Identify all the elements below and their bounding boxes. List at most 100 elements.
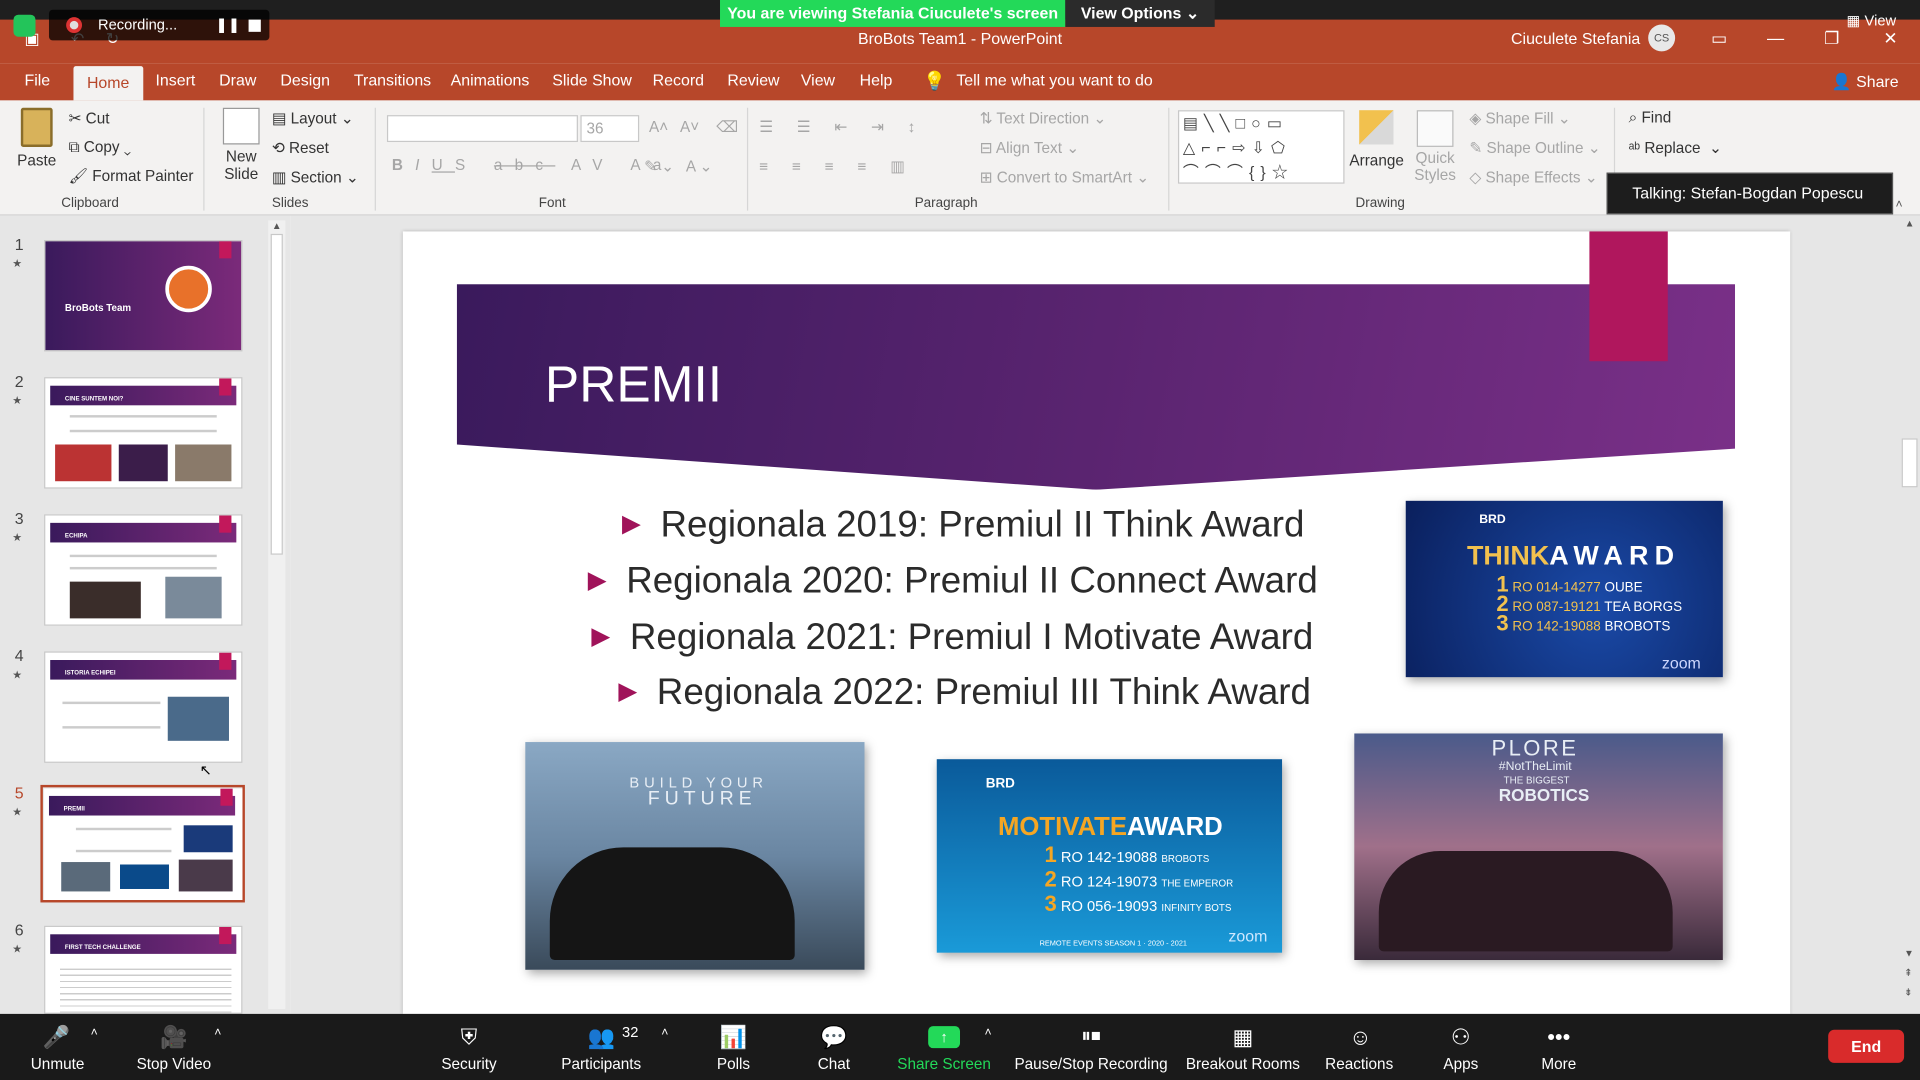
apps-icon[interactable]: ⚇ xyxy=(1440,1024,1482,1051)
audio-options-icon[interactable]: ˄ xyxy=(91,1026,98,1039)
bullet-item[interactable]: ▶ Regionala 2022: Premiul III Think Award xyxy=(618,672,1311,714)
muted-microphone-icon[interactable]: 🎤 xyxy=(34,1024,78,1051)
motivate-award-image[interactable]: BRD MOTIVATEAWARD 1 RO 142-19088 BROBOTS… xyxy=(936,759,1283,953)
close-icon[interactable]: ✕ xyxy=(1866,24,1915,51)
convert-smartart-button[interactable]: ⊞ Convert to SmartArt ⌄ xyxy=(980,168,1149,186)
shape-fill-button[interactable]: ◈ Shape Fill ⌄ xyxy=(1469,109,1570,127)
tab-help[interactable]: Help xyxy=(846,64,906,101)
breakout-rooms-icon[interactable]: ▦ xyxy=(1222,1024,1264,1051)
tab-file[interactable]: File xyxy=(11,64,64,101)
tab-review[interactable]: Review xyxy=(714,64,793,101)
shield-icon[interactable]: ⛨ xyxy=(447,1024,491,1051)
list-buttons[interactable]: ☰ ☰ ⇤ ⇥ ↕ xyxy=(759,118,925,136)
unmute-button[interactable]: Unmute xyxy=(22,1056,93,1073)
shape-outline-button[interactable]: ✎ Shape Outline ⌄ xyxy=(1469,138,1600,157)
tab-design[interactable]: Design xyxy=(267,64,343,101)
emoji-plus-icon[interactable]: ☺ xyxy=(1340,1024,1382,1051)
share-screen-icon[interactable]: ↑ xyxy=(928,1026,961,1049)
align-buttons[interactable]: ≡ ≡ ≡ ≡ ▥ xyxy=(759,157,914,175)
share-screen-button[interactable]: Share Screen xyxy=(894,1056,994,1073)
slide-thumbnail-6[interactable]: FIRST TECH CHALLENGE xyxy=(44,925,243,1014)
restore-icon[interactable]: ❐ xyxy=(1807,24,1856,51)
font-size-input[interactable]: 36 xyxy=(580,115,640,143)
paste-button[interactable]: Paste xyxy=(12,107,61,169)
tab-record[interactable]: Record xyxy=(639,64,717,101)
thumbnail-scrollbar[interactable]: ▲ xyxy=(268,220,286,1009)
pause-stop-icon[interactable]: ⏸⏹ xyxy=(1060,1024,1121,1051)
avatar[interactable]: CS xyxy=(1648,24,1676,52)
team-photo-3[interactable]: PLORE #NotTheLimit THE BIGGEST ROBOTICS xyxy=(1354,733,1723,961)
participants-options-icon[interactable]: ˄ xyxy=(661,1026,668,1039)
more-button[interactable]: More xyxy=(1533,1056,1584,1073)
apps-button[interactable]: Apps xyxy=(1435,1056,1486,1073)
reset-button[interactable]: ⟲ Reset xyxy=(272,138,329,157)
arrange-button[interactable]: Arrange xyxy=(1349,110,1404,169)
shield-icon[interactable] xyxy=(13,14,36,37)
security-button[interactable]: Security xyxy=(431,1056,507,1073)
font-size-controls[interactable]: A˄ A˅ ⌫ xyxy=(649,118,738,136)
chat-button[interactable]: Chat xyxy=(808,1056,859,1073)
tell-me-search[interactable]: Tell me what you want to do xyxy=(956,71,1152,89)
layout-button[interactable]: ▤ Layout ⌄ xyxy=(272,109,354,127)
bar-chart-icon[interactable]: 📊 xyxy=(713,1024,755,1051)
slide-thumbnail-3[interactable]: ECHIPA xyxy=(44,514,243,626)
slide-thumbnail-4[interactable]: ISTORIA ECHIPEI xyxy=(44,651,243,763)
scroll-thumb[interactable] xyxy=(270,233,283,555)
copy-button[interactable]: ⧉ Copy ⌄ xyxy=(69,138,131,156)
team-photo-1[interactable]: BUILD YOUR FUTURE xyxy=(525,742,865,970)
bullet-item[interactable]: ▶ Regionala 2019: Premiul II Think Award xyxy=(622,504,1304,546)
tab-animations[interactable]: Animations xyxy=(437,64,543,101)
stop-video-button[interactable]: Stop Video xyxy=(130,1056,218,1073)
section-button[interactable]: ▥ Section ⌄ xyxy=(272,168,359,186)
tab-slide-show[interactable]: Slide Show xyxy=(539,64,646,101)
previous-slide-icon[interactable]: ⇞ xyxy=(1904,967,1912,978)
scroll-down-icon[interactable]: ▼ xyxy=(1904,948,1914,959)
share-options-icon[interactable]: ˄ xyxy=(984,1026,991,1039)
new-slide-button[interactable]: New Slide xyxy=(216,107,267,182)
slide-scrollbar[interactable]: ▲ ▼ ⇞ ⇟ xyxy=(1899,215,1920,1014)
chat-bubble-icon[interactable]: 💬 xyxy=(813,1024,855,1051)
participants-icon[interactable]: 👥 xyxy=(583,1024,620,1051)
collapse-ribbon-icon[interactable]: ˄ xyxy=(1896,198,1903,211)
pause-recording-icon[interactable]: ❚❚ xyxy=(216,16,241,33)
text-direction-button[interactable]: ⇅ Text Direction ⌄ xyxy=(980,109,1107,127)
tab-draw[interactable]: Draw xyxy=(206,64,270,101)
tab-transitions[interactable]: Transitions xyxy=(340,64,444,101)
breakout-rooms-button[interactable]: Breakout Rooms xyxy=(1183,1056,1303,1073)
participants-button[interactable]: Participants xyxy=(553,1056,649,1073)
end-meeting-button[interactable]: End xyxy=(1828,1029,1905,1063)
scroll-up-icon[interactable]: ▲ xyxy=(268,220,285,231)
scroll-up-icon[interactable]: ▲ xyxy=(1899,218,1920,229)
minimize-icon[interactable]: — xyxy=(1751,24,1800,51)
bullet-item[interactable]: ▶ Regionala 2021: Premiul I Motivate Awar… xyxy=(591,617,1313,659)
bullet-item[interactable]: ▶ Regionala 2020: Premiul II Connect Awar… xyxy=(588,561,1318,603)
replace-button[interactable]: ᵃᵇ Replace ⌄ xyxy=(1629,138,1722,157)
pause-stop-recording-button[interactable]: Pause/Stop Recording xyxy=(1011,1056,1170,1073)
stop-recording-icon[interactable] xyxy=(248,19,261,32)
more-dots-icon[interactable]: ••• xyxy=(1538,1024,1580,1051)
video-camera-icon[interactable]: 🎥 xyxy=(152,1024,196,1051)
align-text-button[interactable]: ⊟ Align Text ⌄ xyxy=(980,138,1079,157)
slide-thumbnail-5[interactable]: PREMII xyxy=(44,788,243,901)
ribbon-display-icon[interactable]: ▭ xyxy=(1695,24,1744,51)
tab-home[interactable]: Home xyxy=(73,66,143,101)
polls-button[interactable]: Polls xyxy=(708,1056,759,1073)
slide-thumbnail-1[interactable]: BroBots Team xyxy=(44,240,243,352)
shapes-gallery[interactable]: ▤╲╲□○▭ △⌐⌐⇨⇩⬠ ⌒⌒⌒{}☆ xyxy=(1177,110,1345,184)
find-button[interactable]: ⌕ Find xyxy=(1629,109,1672,127)
tab-view[interactable]: View xyxy=(787,64,848,101)
font-format-buttons[interactable]: BIUS abc AV Aa xyxy=(392,157,674,174)
view-options-button[interactable]: View Options ⌄ xyxy=(1065,0,1215,27)
user-name[interactable]: Ciuculete Stefania xyxy=(1511,29,1640,47)
quick-styles-button[interactable]: Quick Styles xyxy=(1408,110,1462,184)
slide-thumbnail-2[interactable]: CINE SUNTEM NOI? xyxy=(44,377,243,489)
shape-effects-button[interactable]: ◇ Shape Effects ⌄ xyxy=(1469,168,1597,186)
font-color-buttons[interactable]: ✎ ⌄ A ⌄ xyxy=(644,157,712,175)
cut-button[interactable]: ✂ Cut xyxy=(69,109,110,127)
next-slide-icon[interactable]: ⇟ xyxy=(1904,987,1912,998)
share-button[interactable]: 👤 Share xyxy=(1832,72,1899,92)
think-award-image[interactable]: BRD THINKAWARD 1 RO 014-14277 OUBE 2 RO … xyxy=(1405,500,1723,678)
format-painter-button[interactable]: 🖌 Format Painter xyxy=(69,168,194,186)
video-options-icon[interactable]: ˄ xyxy=(214,1026,221,1039)
slide-title[interactable]: PREMII xyxy=(545,355,722,414)
